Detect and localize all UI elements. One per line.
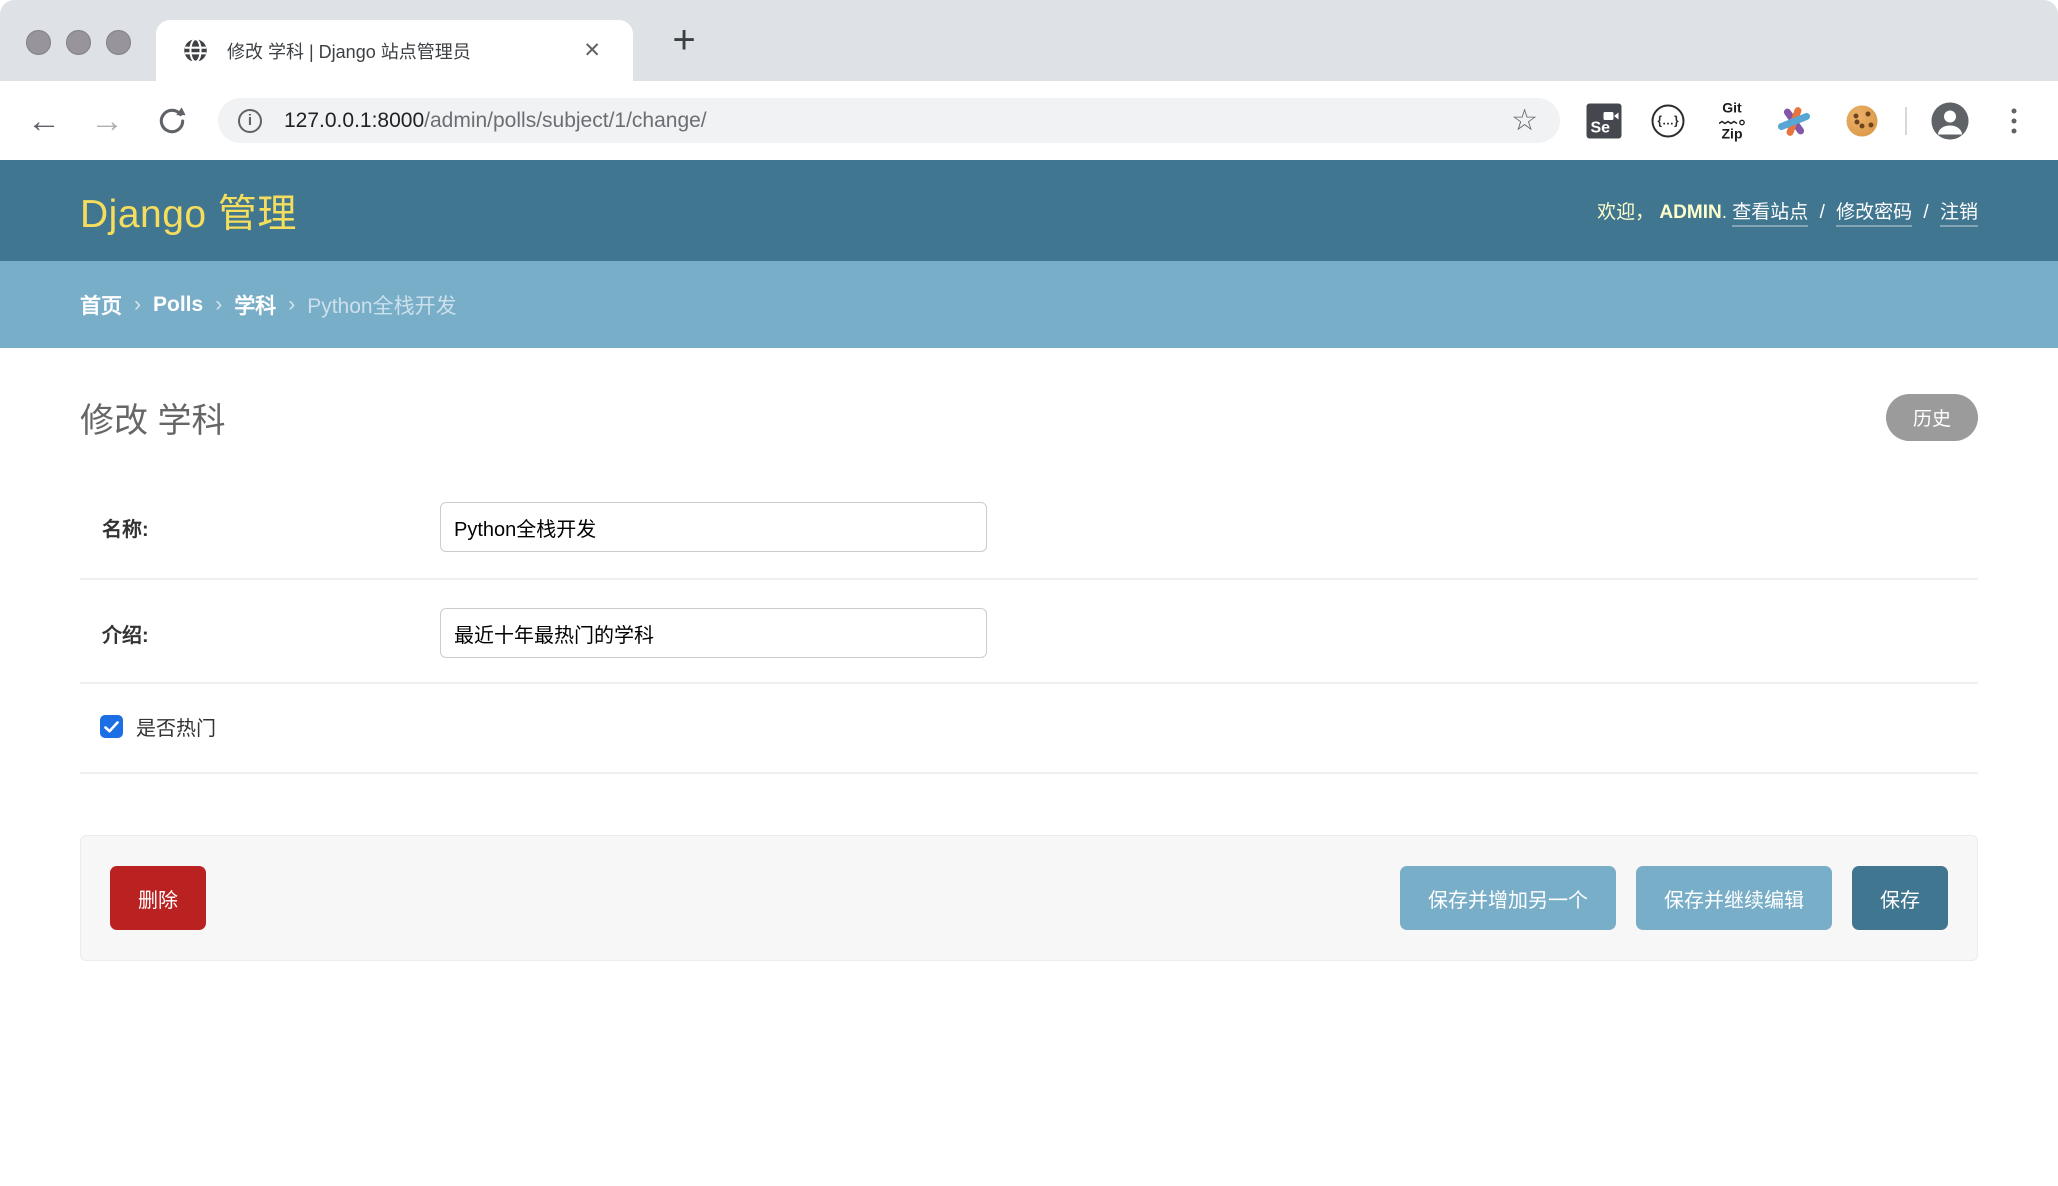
selenium-extension-icon[interactable]: Se: [1587, 103, 1622, 138]
reload-icon[interactable]: [156, 105, 188, 137]
welcome-text: 欢迎，: [1597, 202, 1654, 223]
django-admin-header: Django 管理 欢迎， ADMIN. 查看站点 / 修改密码 / 注销: [0, 160, 2058, 261]
url-path: /admin/polls/subject/1/change/: [424, 109, 707, 132]
submit-row: 删除 保存并增加另一个 保存并继续编辑 保存: [80, 835, 1978, 961]
view-site-link[interactable]: 查看站点: [1732, 202, 1808, 227]
user-tools: 欢迎， ADMIN. 查看站点 / 修改密码 / 注销: [1597, 197, 1978, 224]
profile-avatar[interactable]: [1932, 102, 1969, 139]
change-form: 名称: 介绍: 是否热门 删除 保存并增加另一个 保存并继续编辑: [80, 472, 1978, 961]
json-formatter-extension-icon[interactable]: {…}: [1652, 104, 1685, 137]
logout-link[interactable]: 注销: [1940, 202, 1978, 227]
page-title: 修改 学科: [80, 393, 225, 442]
form-row-intro: 介绍:: [80, 580, 1978, 684]
history-button[interactable]: 历史: [1886, 394, 1978, 441]
browser-toolbar: ← → i 127.0.0.1:8000/admin/polls/subject…: [0, 81, 2058, 160]
breadcrumb-model-link[interactable]: 学科: [234, 290, 276, 320]
browser-tab[interactable]: 修改 学科 | Django 站点管理员 ✕: [156, 20, 633, 81]
is-hot-checkbox[interactable]: [100, 715, 123, 738]
browser-menu-icon[interactable]: [2012, 108, 2017, 133]
site-brand-link[interactable]: Django 管理: [80, 183, 297, 239]
breadcrumb-app-link[interactable]: Polls: [153, 293, 203, 317]
save-button[interactable]: 保存: [1852, 866, 1948, 930]
tab-close-icon[interactable]: ✕: [577, 36, 607, 65]
toolbar-divider: [1905, 107, 1907, 135]
bookmark-star-icon[interactable]: ☆: [1511, 106, 1538, 136]
intro-input[interactable]: [440, 608, 987, 658]
url-text: 127.0.0.1:8000/admin/polls/subject/1/cha…: [284, 109, 707, 133]
address-bar[interactable]: i 127.0.0.1:8000/admin/polls/subject/1/c…: [218, 98, 1560, 143]
tab-title: 修改 学科 | Django 站点管理员: [227, 38, 577, 64]
tab-strip: 修改 学科 | Django 站点管理员 ✕ +: [0, 0, 2058, 81]
camera-glyph-icon: [1604, 107, 1619, 125]
url-host: 127.0.0.1:8000: [284, 109, 424, 132]
save-and-continue-button[interactable]: 保存并继续编辑: [1636, 866, 1832, 930]
breadcrumb-current: Python全栈开发: [307, 290, 456, 320]
gitzip-extension-icon[interactable]: Git Zip: [1719, 101, 1745, 140]
cookie-extension-icon[interactable]: [1847, 105, 1878, 136]
change-password-link[interactable]: 修改密码: [1836, 202, 1912, 227]
form-row-name: 名称:: [80, 472, 1978, 580]
username: ADMIN: [1659, 202, 1721, 223]
asterisk-extension-icon[interactable]: [1776, 103, 1812, 139]
main-content: 修改 学科 历史 名称: 介绍: 是否热门 删除: [0, 393, 2058, 961]
back-icon[interactable]: ←: [27, 104, 61, 138]
forward-icon[interactable]: →: [90, 104, 124, 138]
is-hot-label[interactable]: 是否热门: [136, 712, 216, 741]
name-field-label: 名称:: [102, 513, 440, 542]
breadcrumb: 首页 › Polls › 学科 › Python全栈开发: [0, 261, 2058, 348]
save-and-add-button[interactable]: 保存并增加另一个: [1400, 866, 1616, 930]
globe-favicon-icon: [182, 37, 209, 64]
close-window-button[interactable]: [26, 30, 51, 55]
page-info-icon[interactable]: i: [238, 109, 262, 133]
delete-button[interactable]: 删除: [110, 866, 206, 930]
form-row-is-hot: 是否热门: [80, 684, 1978, 774]
checkmark-icon: [104, 721, 119, 733]
window-controls: [26, 30, 131, 55]
name-input[interactable]: [440, 502, 987, 552]
new-tab-button[interactable]: +: [662, 18, 706, 62]
minimize-window-button[interactable]: [66, 30, 91, 55]
zoom-window-button[interactable]: [106, 30, 131, 55]
intro-field-label: 介绍:: [102, 619, 440, 648]
breadcrumb-home-link[interactable]: 首页: [80, 290, 122, 320]
browser-window: 修改 学科 | Django 站点管理员 ✕ + ← → i 127.0.0.1…: [0, 0, 2058, 1186]
